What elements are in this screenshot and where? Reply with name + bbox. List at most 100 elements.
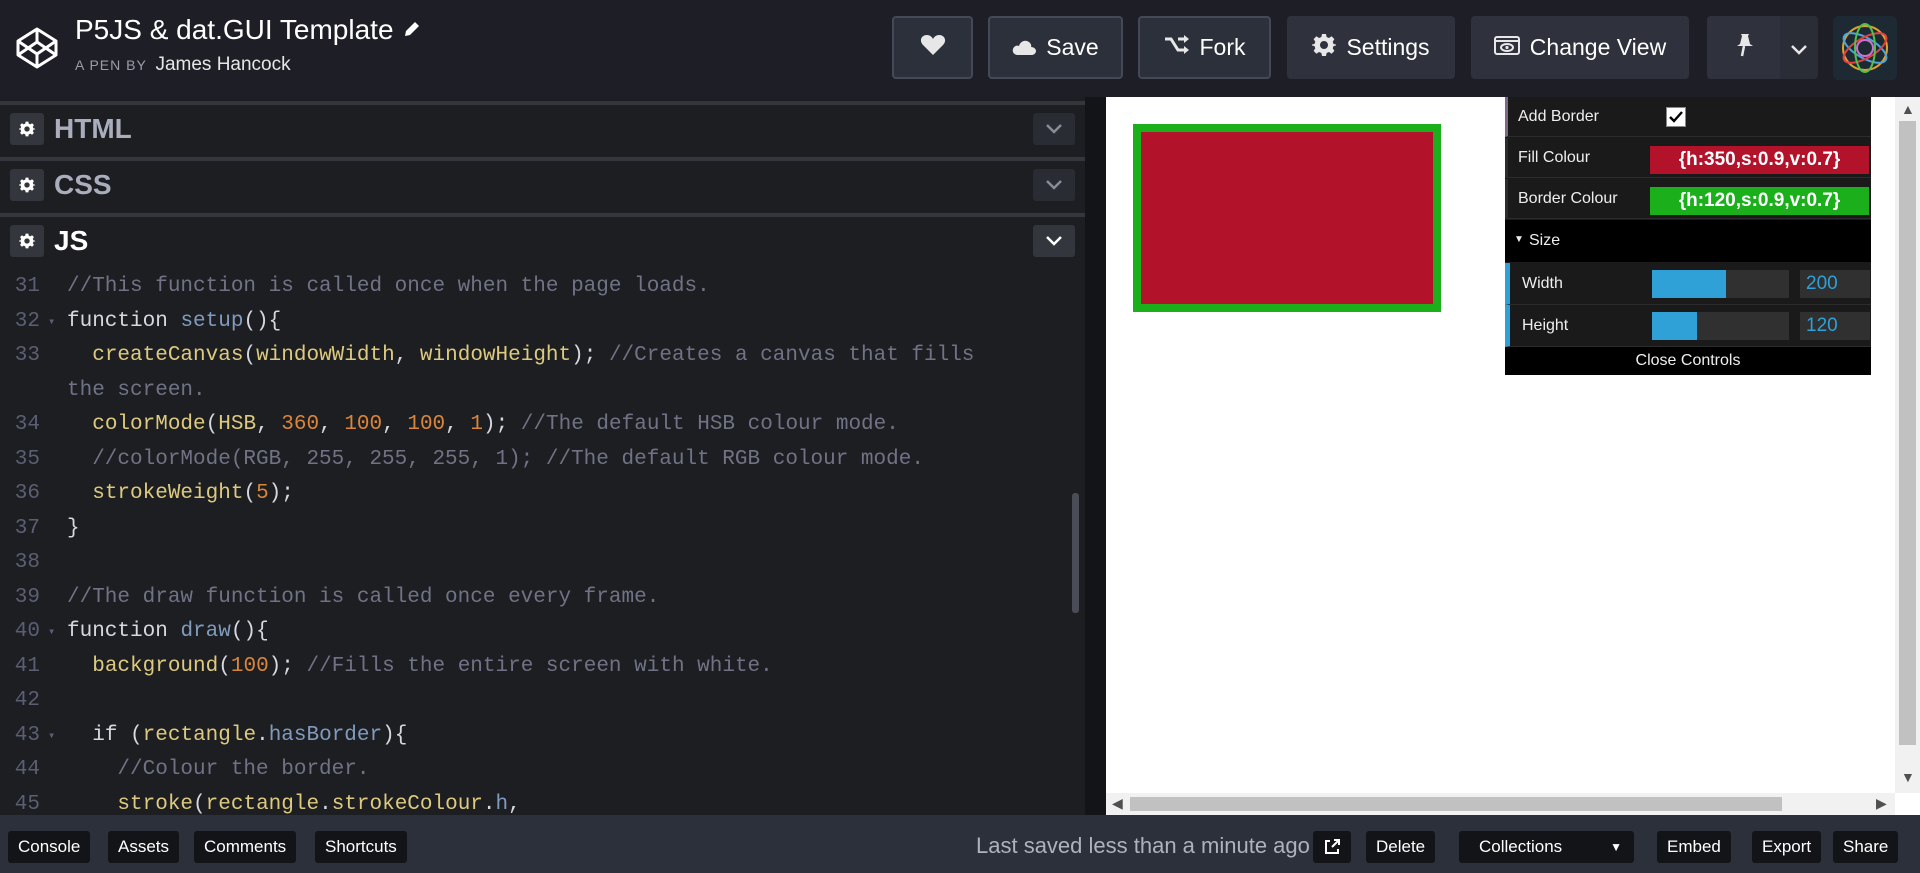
- code-text: //colorMode(RGB, 255, 255, 255, 1); //Th…: [67, 447, 924, 471]
- user-avatar[interactable]: [1833, 16, 1897, 80]
- collections-dropdown[interactable]: Collections ▼: [1459, 831, 1634, 863]
- author-link[interactable]: James Hancock: [155, 54, 290, 75]
- save-label: Save: [1046, 34, 1099, 60]
- add-border-label: Add Border: [1518, 108, 1599, 125]
- console-button[interactable]: Console: [8, 831, 91, 863]
- edit-pencil-icon[interactable]: [402, 14, 422, 46]
- fork-icon: [1164, 34, 1190, 61]
- triangle-down-icon: ▼: [1514, 234, 1524, 245]
- scrollbar-thumb[interactable]: [1130, 797, 1782, 811]
- js-panel-title: JS: [54, 225, 89, 256]
- shortcuts-button[interactable]: Shortcuts: [315, 831, 407, 863]
- html-panel-title: HTML: [54, 113, 132, 144]
- line-number: 41: [14, 654, 40, 678]
- line-number: 33: [14, 344, 40, 367]
- line-number: 38: [14, 551, 40, 574]
- code-text: colorMode(HSB, 360, 100, 100, 1); //The …: [92, 413, 899, 436]
- fold-arrow-icon[interactable]: ▾: [48, 719, 55, 753]
- fold-arrow-icon[interactable]: ▾: [48, 305, 55, 339]
- height-row: Height 120: [1505, 305, 1871, 347]
- code-text: //This function is called once when the …: [67, 275, 710, 298]
- size-folder-label: Size: [1529, 232, 1561, 249]
- css-panel-header[interactable]: CSS: [0, 157, 1085, 209]
- chevron-down-icon[interactable]: [1033, 113, 1075, 145]
- codepen-logo-icon[interactable]: [14, 25, 60, 71]
- code-text: createCanvas(windowWidth, windowHeight);…: [92, 344, 975, 367]
- fork-button[interactable]: Fork: [1138, 16, 1271, 79]
- css-panel-title: CSS: [54, 169, 112, 200]
- line-number: 42: [14, 689, 40, 712]
- code-scrollbar[interactable]: [1072, 493, 1079, 613]
- width-slider[interactable]: [1652, 270, 1789, 298]
- canvas-rectangle: [1133, 124, 1441, 312]
- fill-colour-label: Fill Colour: [1518, 149, 1591, 166]
- save-button[interactable]: Save: [988, 16, 1123, 79]
- css-settings-gear-icon[interactable]: [10, 169, 44, 201]
- chevron-down-icon[interactable]: [1033, 169, 1075, 201]
- code-text: the screen.: [67, 378, 206, 402]
- line-number: 35: [14, 447, 40, 471]
- line-number: 44: [14, 758, 40, 781]
- code-text: background(100); //Fills the entire scre…: [92, 654, 773, 678]
- html-settings-gear-icon[interactable]: [10, 113, 44, 145]
- header: P5JS & dat.GUI Template A PEN BY James H…: [0, 0, 1920, 97]
- size-folder-header[interactable]: ▼ Size: [1505, 220, 1871, 262]
- preview-horizontal-scrollbar[interactable]: ◀ ▶: [1106, 793, 1895, 815]
- pane-resize-divider[interactable]: [1085, 97, 1106, 815]
- heart-icon: [920, 33, 946, 63]
- border-colour-label: Border Colour: [1518, 190, 1618, 207]
- width-label: Width: [1522, 275, 1563, 292]
- code-text: stroke(rectangle.strokeColour.h,: [117, 792, 521, 816]
- chevron-down-icon[interactable]: [1033, 225, 1075, 257]
- embed-button[interactable]: Embed: [1657, 831, 1731, 863]
- add-border-row: Add Border: [1505, 97, 1871, 137]
- scroll-down-arrow-icon[interactable]: ▼: [1901, 769, 1915, 785]
- assets-button[interactable]: Assets: [108, 831, 180, 863]
- pin-button[interactable]: [1707, 16, 1780, 79]
- gear-icon: [1312, 33, 1337, 63]
- close-controls-button[interactable]: Close Controls: [1505, 347, 1871, 375]
- line-number: 37: [14, 516, 40, 540]
- delete-button[interactable]: Delete: [1366, 831, 1436, 863]
- settings-button[interactable]: Settings: [1287, 16, 1455, 79]
- height-slider-fill: [1652, 312, 1698, 340]
- fill-colour-row: Fill Colour {h:350,s:0.9,v:0.7}: [1505, 138, 1871, 178]
- line-number: 31: [14, 275, 40, 298]
- scroll-right-arrow-icon[interactable]: ▶: [1876, 795, 1887, 812]
- border-colour-input[interactable]: {h:120,s:0.9,v:0.7}: [1650, 187, 1869, 215]
- code-text: function setup(){: [67, 309, 282, 333]
- code-text: function draw(){: [67, 620, 269, 643]
- height-slider[interactable]: [1652, 312, 1789, 340]
- scroll-up-arrow-icon[interactable]: ▲: [1901, 101, 1915, 117]
- fold-arrow-icon[interactable]: ▾: [48, 615, 55, 649]
- js-panel-header[interactable]: JS: [0, 213, 1085, 265]
- js-settings-gear-icon[interactable]: [10, 225, 44, 257]
- heart-button[interactable]: [892, 16, 973, 79]
- comments-button[interactable]: Comments: [194, 831, 297, 863]
- height-number-input[interactable]: 120: [1800, 312, 1870, 340]
- fill-colour-input[interactable]: {h:350,s:0.9,v:0.7}: [1650, 146, 1869, 174]
- add-border-checkbox[interactable]: [1666, 107, 1686, 127]
- pen-title[interactable]: P5JS & dat.GUI Template: [75, 14, 394, 46]
- export-button[interactable]: Export: [1752, 831, 1822, 863]
- width-number-input[interactable]: 200: [1800, 270, 1870, 298]
- cloud-icon: [1012, 34, 1037, 61]
- change-view-button[interactable]: Change View: [1471, 16, 1689, 79]
- width-slider-fill: [1652, 270, 1726, 298]
- open-external-icon[interactable]: [1313, 831, 1351, 863]
- fork-label: Fork: [1199, 34, 1246, 60]
- scrollbar-thumb[interactable]: [1899, 121, 1916, 745]
- chevron-down-icon: [1791, 34, 1807, 61]
- preview-vertical-scrollbar[interactable]: ▲ ▼: [1895, 97, 1920, 793]
- share-button[interactable]: Share: [1833, 831, 1899, 863]
- code-text: //Colour the border.: [67, 758, 370, 781]
- pin-dropdown-button[interactable]: [1780, 16, 1818, 79]
- border-colour-row: Border Colour {h:120,s:0.9,v:0.7}: [1505, 179, 1871, 219]
- line-number: 45: [14, 792, 40, 816]
- line-number: 32: [14, 309, 40, 333]
- pin-icon: [1733, 33, 1755, 63]
- html-panel-header[interactable]: HTML: [0, 101, 1085, 153]
- scroll-left-arrow-icon[interactable]: ◀: [1112, 795, 1123, 812]
- js-code-editor[interactable]: 31 //This function is called once when th…: [0, 270, 1085, 815]
- line-number: 40: [14, 620, 40, 643]
